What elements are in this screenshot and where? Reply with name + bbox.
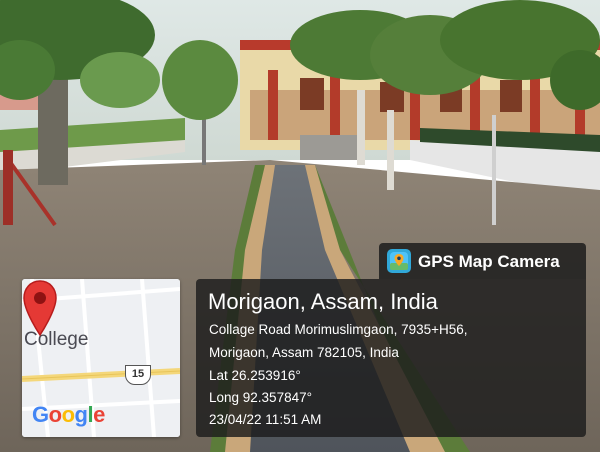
google-logo: Google xyxy=(32,402,105,428)
location-title: Morigaon, Assam, India xyxy=(208,289,438,314)
google-logo-letter: o xyxy=(48,402,62,427)
route-shield: 15 xyxy=(125,365,151,385)
latitude: Lat 26.253916° xyxy=(209,368,301,383)
google-logo-letter: G xyxy=(32,402,49,427)
app-badge: GPS Map Camera xyxy=(379,243,586,279)
location-mini-map[interactable]: College 15 Google xyxy=(22,279,180,437)
google-logo-letter: o xyxy=(61,402,75,427)
map-pin-icon xyxy=(23,280,57,337)
address-line-2: Morigaon, Assam 782105, India xyxy=(209,345,399,360)
google-logo-letter: g xyxy=(74,402,88,427)
address-line-1: Collage Road Morimuslimgaon, 7935+H56, xyxy=(209,322,468,337)
date-time: 23/04/22 11:51 AM xyxy=(209,412,322,427)
location-info-panel: Morigaon, Assam, India Collage Road Mori… xyxy=(196,279,586,437)
google-logo-letter: e xyxy=(93,402,105,427)
app-name: GPS Map Camera xyxy=(418,252,560,271)
gps-map-camera-icon xyxy=(387,249,411,273)
longitude: Long 92.357847° xyxy=(209,390,312,405)
